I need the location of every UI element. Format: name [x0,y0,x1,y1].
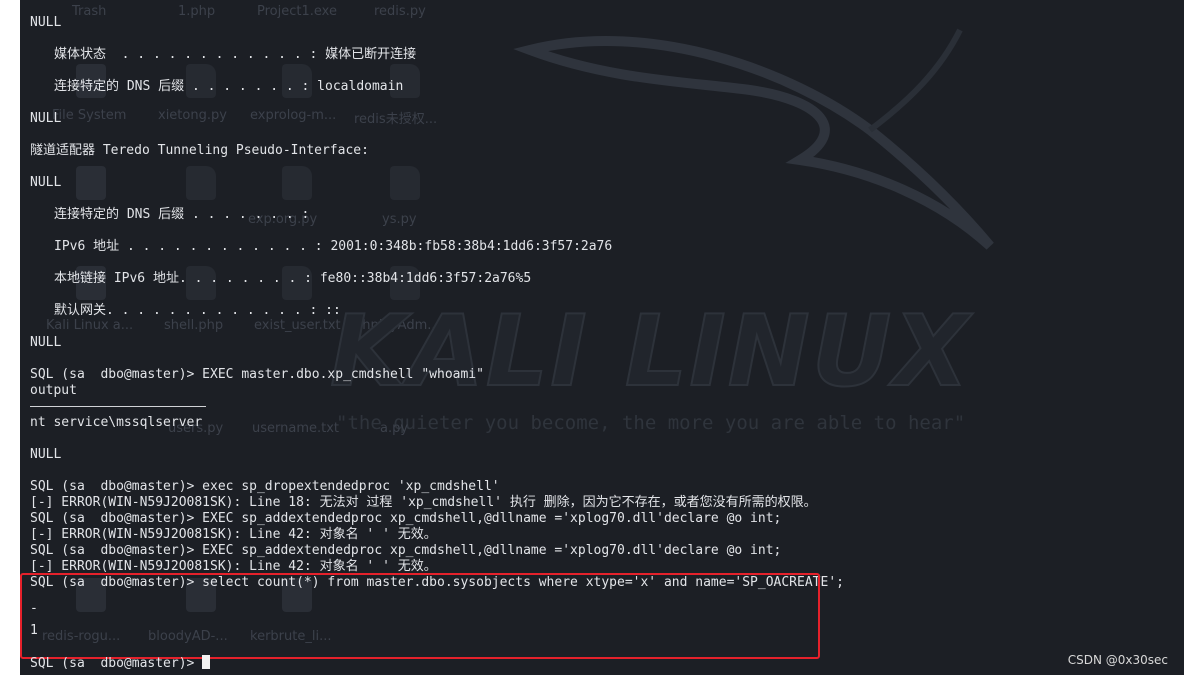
terminal-line: SQL (sa dbo@master)> exec sp_dropextende… [30,479,500,494]
desktop-icon-label: username.txt [252,421,340,436]
desktop-icon-label: exist_user.txt [254,318,341,333]
desktop-icon-label: shell.php [164,318,224,333]
terminal-prompt: SQL (sa dbo@master)> [30,656,203,671]
terminal-line: SQL (sa dbo@master)> EXEC sp_addextended… [30,511,782,526]
home-folder-icon [76,166,106,200]
python-file-icon [390,166,420,200]
kali-dragon-icon [513,28,994,250]
terminal-line: 本地链接 IPv6 地址. . . . . . . . : fe80::38b4… [54,271,532,286]
terminal-line: SQL (sa dbo@master)> EXEC master.dbo.xp_… [30,367,484,382]
terminal-line: SQL (sa dbo@master)> EXEC sp_addextended… [30,543,782,558]
desktop-icon-label: Project1.exe [257,4,337,19]
terminal-line: 媒体状态 . . . . . . . . . . . . : 媒体已断开连接 [54,47,417,62]
output-column-underline [30,406,206,407]
left-gutter [0,0,20,675]
desktop-icon-label: Trash [72,4,107,19]
desktop-icon-label: File System [52,108,127,123]
terminal-line: NULL [30,335,62,350]
desktop-icon-label: exprolog-m... [250,108,337,123]
terminal-line: [-] ERROR(WIN-N59J2O081SK): Line 42: 对象名… [30,527,437,542]
terminal-window[interactable]: Trash 1.php Project1.exe redis.py File S… [20,0,1184,675]
python-file-icon [186,166,216,200]
kali-linux-logo: KALI LINUX [329,294,971,410]
terminal-line: NULL [30,447,62,462]
desktop-icon-label: ys.py [382,212,417,227]
csdn-watermark: CSDN @0x30sec [1067,653,1168,667]
terminal-line: 默认网关. . . . . . . . . . . . . : :: [54,303,341,318]
terminal-line: IPv6 地址 . . . . . . . . . . . . : 2001:0… [54,239,613,254]
desktop-icon-label: redis未授权... [354,112,438,127]
text-cursor [202,655,211,669]
terminal-line: NULL [30,111,62,126]
desktop-icon-label: Kali Linux a... [46,318,134,333]
terminal-prompt-line[interactable]: SQL (sa dbo@master)> [30,655,211,672]
terminal-line: 连接特定的 DNS 后缀 . . . . . . . : localdomain [54,79,404,94]
desktop-icon-label: xietong.py [158,108,227,123]
desktop-icon-label: 1.php [178,4,216,19]
terminal-line: 隧道适配器 Teredo Tunneling Pseudo-Interface: [30,143,369,158]
terminal-line: NULL [30,175,62,190]
desktop-icon-label: redis.py [374,4,426,19]
terminal-line: output [30,383,77,398]
kali-tagline: "the quieter you become, the more you ar… [336,412,966,434]
terminal-line: nt service\mssqlserver [30,415,203,430]
terminal-line: [-] ERROR(WIN-N59J2O081SK): Line 18: 无法对… [30,495,817,510]
zip-file-icon [282,166,312,200]
desktop-icon-label: a.py [380,421,409,436]
screenshot: Trash 1.php Project1.exe redis.py File S… [0,0,1184,675]
terminal-line: NULL [30,15,62,30]
terminal-line: 连接特定的 DNS 后缀 . . . . . . . : [54,207,310,222]
red-highlight-box [20,573,820,659]
